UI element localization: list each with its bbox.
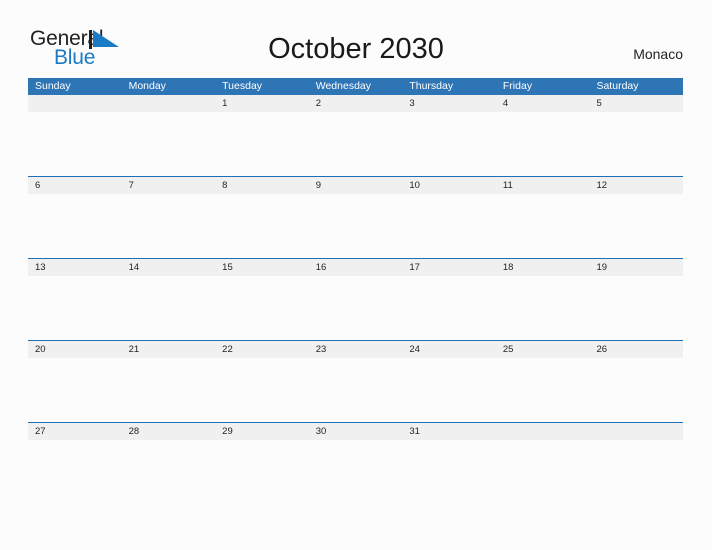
day-cell[interactable]: 13 [28,259,122,276]
week-body[interactable] [28,194,683,258]
weekday-header-row: Sunday Monday Tuesday Wednesday Thursday… [28,78,683,95]
day-cell[interactable]: 30 [309,423,403,440]
day-cell[interactable]: 23 [309,341,403,358]
week-body[interactable] [28,112,683,176]
day-cell[interactable]: 3 [402,95,496,112]
day-cell[interactable]: 11 [496,177,590,194]
day-cell[interactable]: 6 [28,177,122,194]
day-cell[interactable]: 12 [589,177,683,194]
day-cell[interactable]: 16 [309,259,403,276]
calendar-grid: Sunday Monday Tuesday Wednesday Thursday… [28,78,683,504]
week-date-band: 1 2 3 4 5 [28,95,683,112]
day-cell[interactable]: 28 [122,423,216,440]
day-cell[interactable]: 5 [589,95,683,112]
day-cell[interactable]: 1 [215,95,309,112]
day-cell[interactable]: 15 [215,259,309,276]
region-label: Monaco [633,46,683,62]
day-cell[interactable]: 10 [402,177,496,194]
day-cell[interactable]: 17 [402,259,496,276]
day-cell[interactable]: 4 [496,95,590,112]
day-cell[interactable]: 29 [215,423,309,440]
day-cell[interactable]: 7 [122,177,216,194]
week-row: 20 21 22 23 24 25 26 [28,340,683,422]
day-cell[interactable]: 21 [122,341,216,358]
week-row: 27 28 29 30 31 [28,422,683,504]
page-header: General Blue October 2030 Monaco [0,0,712,78]
day-cell[interactable]: 19 [589,259,683,276]
day-cell[interactable] [28,95,122,112]
day-cell[interactable] [589,423,683,440]
week-body[interactable] [28,358,683,422]
day-cell[interactable] [496,423,590,440]
day-cell[interactable]: 9 [309,177,403,194]
weekday-header-wednesday: Wednesday [315,80,371,92]
weekday-header-friday: Friday [502,80,533,92]
weekday-header-monday: Monday [128,80,166,92]
week-row: 6 7 8 9 10 11 12 [28,176,683,258]
week-date-band: 13 14 15 16 17 18 19 [28,259,683,276]
day-cell[interactable]: 22 [215,341,309,358]
day-cell[interactable]: 24 [402,341,496,358]
day-cell[interactable]: 18 [496,259,590,276]
week-body[interactable] [28,440,683,504]
weekday-header-thursday: Thursday [409,80,454,92]
week-body[interactable] [28,276,683,340]
day-cell[interactable]: 2 [309,95,403,112]
day-cell[interactable]: 14 [122,259,216,276]
week-date-band: 27 28 29 30 31 [28,423,683,440]
day-cell[interactable]: 25 [496,341,590,358]
day-cell[interactable]: 26 [589,341,683,358]
day-cell[interactable] [122,95,216,112]
day-cell[interactable]: 31 [402,423,496,440]
weekday-header-tuesday: Tuesday [222,80,263,92]
day-cell[interactable]: 27 [28,423,122,440]
week-date-band: 20 21 22 23 24 25 26 [28,341,683,358]
week-row: 1 2 3 4 5 [28,95,683,176]
week-date-band: 6 7 8 9 10 11 12 [28,177,683,194]
weekday-header-saturday: Saturday [596,80,639,92]
day-cell[interactable]: 20 [28,341,122,358]
weekday-header-sunday: Sunday [35,80,71,92]
page-title: October 2030 [268,33,444,65]
week-row: 13 14 15 16 17 18 19 [28,258,683,340]
day-cell[interactable]: 8 [215,177,309,194]
